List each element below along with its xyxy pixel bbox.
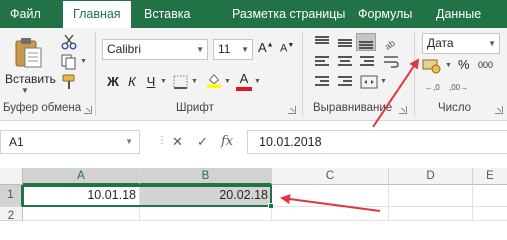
number-launcher-icon[interactable] [495, 106, 503, 114]
borders-dropdown-icon[interactable]: ▼ [191, 78, 198, 85]
enter-entry-icon[interactable]: ✓ [197, 134, 208, 150]
column-header-c[interactable]: C [272, 168, 389, 185]
alignment-launcher-icon[interactable] [399, 106, 407, 114]
svg-text:←,0: ←,0 [425, 83, 440, 92]
ribbon-tab-bar: Файл Главная Вставка Разметка страницы Ф… [0, 0, 507, 28]
increase-decimal-icon[interactable]: ←,0 [424, 78, 444, 94]
font-size-value: 11 [218, 42, 231, 56]
chevron-down-icon[interactable]: ▼ [196, 40, 204, 59]
font-size-combo[interactable]: 11 ▼ [213, 39, 253, 60]
align-left-icon[interactable] [313, 54, 331, 70]
group-divider [302, 32, 303, 116]
chevron-down-icon[interactable]: ▼ [241, 40, 249, 59]
increase-indent-icon[interactable] [336, 74, 354, 90]
tab-home[interactable]: Главная [63, 1, 131, 28]
column-header-e[interactable]: E [473, 168, 507, 185]
font-color-dropdown-icon[interactable]: ▼ [254, 78, 261, 85]
wrap-text-icon[interactable] [382, 54, 400, 70]
column-header-a[interactable]: A [23, 168, 140, 185]
group-divider [414, 32, 415, 116]
font-launcher-icon[interactable] [288, 106, 296, 114]
underline-button[interactable]: Ч [143, 73, 159, 91]
bold-button[interactable]: Ж [105, 73, 121, 91]
cut-icon[interactable] [60, 34, 78, 50]
clipboard-launcher-icon[interactable] [84, 106, 92, 114]
tab-insert[interactable]: Вставка [144, 0, 190, 28]
row-header-2[interactable]: 2 [0, 207, 23, 222]
ribbon: Вставить ▼ ▼ Буфер обмена Calibri ▼ 11 ▼… [0, 28, 507, 121]
column-header-b[interactable]: B [140, 168, 272, 185]
tab-page-layout[interactable]: Разметка страницы [232, 0, 345, 28]
cell-e2[interactable] [473, 207, 507, 221]
decrease-decimal-icon[interactable]: ,00→ [448, 78, 468, 94]
chevron-down-icon[interactable]: ▼ [125, 131, 133, 153]
cell-c1[interactable] [272, 185, 389, 207]
number-group-label: Число [438, 102, 472, 114]
align-middle-icon[interactable] [336, 34, 354, 50]
cell-d2[interactable] [389, 207, 473, 221]
font-name-combo[interactable]: Calibri ▼ [102, 39, 208, 60]
merge-dropdown-icon[interactable]: ▼ [380, 78, 387, 85]
copy-dropdown-icon[interactable]: ▼ [80, 58, 87, 65]
align-bottom-icon[interactable] [356, 33, 376, 51]
clipboard-group-label: Буфер обмена [3, 102, 82, 114]
align-right-icon[interactable] [358, 54, 376, 70]
cell-b2[interactable] [140, 207, 272, 221]
borders-icon[interactable] [172, 74, 190, 90]
tab-file[interactable]: Файл [10, 0, 41, 28]
align-center-icon[interactable] [336, 54, 354, 70]
select-all-button[interactable] [0, 168, 23, 185]
font-color-icon[interactable]: A [236, 71, 252, 86]
cell-b1[interactable]: 20.02.18 [140, 185, 272, 207]
underline-dropdown-icon[interactable]: ▼ [160, 78, 167, 85]
currency-format-icon[interactable] [422, 58, 442, 74]
cell-e1[interactable] [473, 185, 507, 207]
orientation-icon[interactable]: ab [382, 34, 400, 50]
formula-bar: A1 ▼ ⋮ ✕ ✓ fx 10.01.2018 [0, 128, 507, 156]
cell-a2[interactable] [23, 207, 140, 221]
tab-data[interactable]: Данные [436, 0, 481, 28]
column-header-d[interactable]: D [389, 168, 473, 185]
font-name-value: Calibri [107, 42, 142, 56]
formula-bar-grip-icon[interactable]: ⋮ [157, 135, 167, 146]
group-divider [95, 32, 96, 116]
copy-icon[interactable] [60, 54, 78, 70]
font-color-swatch [236, 87, 252, 91]
svg-text:ab: ab [383, 38, 397, 50]
format-painter-icon[interactable] [60, 74, 78, 90]
cancel-entry-icon[interactable]: ✕ [172, 134, 183, 150]
fill-color-dropdown-icon[interactable]: ▼ [224, 78, 231, 85]
insert-function-icon[interactable]: fx [221, 134, 233, 149]
paste-button[interactable]: Вставить [5, 72, 56, 86]
number-format-value: Дата [427, 36, 454, 50]
merge-center-icon[interactable] [360, 74, 378, 90]
tab-formulas[interactable]: Формулы [358, 0, 412, 28]
fill-handle[interactable] [268, 203, 274, 209]
decrease-indent-icon[interactable] [313, 74, 331, 90]
svg-text:,00→: ,00→ [449, 83, 468, 92]
paste-icon[interactable] [13, 36, 43, 68]
comma-style-button[interactable]: 000 [478, 60, 493, 70]
name-box-value: A1 [9, 135, 24, 149]
percent-style-button[interactable]: % [458, 57, 470, 72]
italic-button[interactable]: К [124, 73, 140, 91]
formula-input[interactable]: 10.01.2018 [247, 130, 507, 154]
cell-d1[interactable] [389, 185, 473, 207]
cell-a1[interactable]: 10.01.18 [23, 185, 140, 207]
alignment-group-label: Выравнивание [313, 102, 393, 114]
currency-dropdown-icon[interactable]: ▼ [445, 62, 452, 69]
cell-c2[interactable] [272, 207, 389, 221]
paste-dropdown-icon[interactable]: ▼ [21, 86, 29, 95]
font-group-label: Шрифт [176, 102, 214, 114]
row-header-1[interactable]: 1 [0, 185, 23, 207]
number-format-combo[interactable]: Дата ▼ [422, 33, 500, 54]
align-top-icon[interactable] [313, 34, 331, 50]
shrink-font-button[interactable]: A▼ [280, 42, 294, 55]
chevron-down-icon[interactable]: ▼ [488, 34, 496, 53]
grow-font-button[interactable]: A▲ [258, 40, 274, 55]
fill-color-icon[interactable] [205, 72, 223, 88]
name-box[interactable]: A1 ▼ [0, 130, 140, 154]
